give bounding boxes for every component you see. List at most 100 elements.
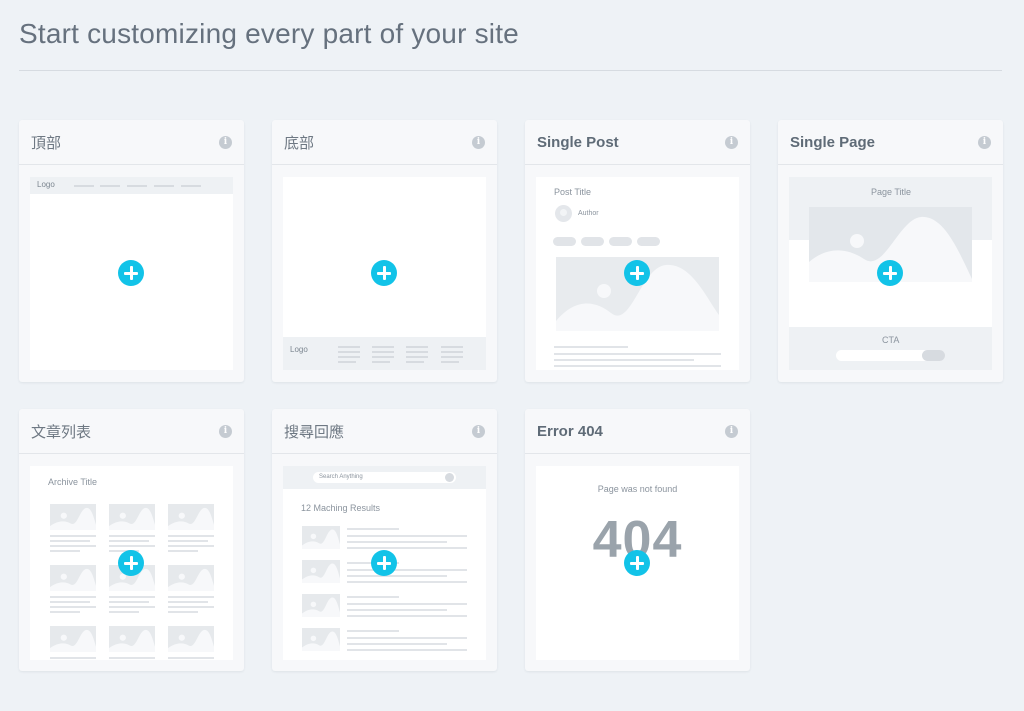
add-single-post-button[interactable] <box>624 260 650 286</box>
text-line <box>554 365 721 367</box>
text-line <box>50 540 90 542</box>
text-line <box>50 611 80 613</box>
nav-line <box>181 185 201 187</box>
title-divider <box>19 70 1002 71</box>
text-line <box>347 615 467 617</box>
add-archive-button[interactable] <box>118 550 144 576</box>
add-error-404-button[interactable] <box>624 550 650 576</box>
template-card-footer[interactable]: 底部 i Logo <box>272 120 497 382</box>
text-line <box>109 657 155 659</box>
add-header-button[interactable] <box>118 260 144 286</box>
add-search-button[interactable] <box>371 550 397 576</box>
search-placeholder: Search Anything <box>319 474 363 480</box>
cta-band <box>789 327 992 370</box>
text-line <box>109 540 149 542</box>
text-line <box>347 541 447 543</box>
image-placeholder-icon <box>50 504 96 530</box>
info-icon[interactable]: i <box>219 424 232 438</box>
text-line <box>50 596 96 598</box>
text-line <box>50 601 90 603</box>
text-line <box>168 606 214 608</box>
footer-line <box>441 361 459 363</box>
footer-line <box>441 351 463 353</box>
card-header: 頂部 i <box>19 120 244 165</box>
preview-page-title: Page Title <box>871 187 912 197</box>
card-title: 頂部 <box>31 134 62 152</box>
text-line <box>347 535 467 537</box>
image-placeholder-icon <box>168 626 214 652</box>
card-title: 搜尋回應 <box>284 423 345 441</box>
cta-button <box>922 350 945 361</box>
nav-line <box>74 185 94 187</box>
text-line <box>109 596 155 598</box>
template-card-search[interactable]: 搜尋回應 i Search Anything 12 Maching Result… <box>272 409 497 671</box>
text-line <box>347 569 467 571</box>
text-line <box>50 606 96 608</box>
info-icon[interactable]: i <box>725 424 738 438</box>
add-footer-button[interactable] <box>371 260 397 286</box>
text-line <box>50 535 96 537</box>
text-line <box>347 609 447 611</box>
info-icon[interactable]: i <box>472 135 485 149</box>
text-line <box>50 545 96 547</box>
info-icon[interactable]: i <box>978 135 991 149</box>
footer-line <box>372 351 394 353</box>
footer-line <box>372 346 394 348</box>
preview-logo: Logo <box>290 345 308 354</box>
card-title: Error 404 <box>537 422 603 440</box>
image-placeholder-icon <box>168 504 214 530</box>
text-line <box>554 353 721 355</box>
text-line <box>347 643 447 645</box>
template-card-header[interactable]: 頂部 i Logo <box>19 120 244 382</box>
tag-pill <box>553 237 576 246</box>
image-placeholder-icon <box>302 526 340 549</box>
tag-pill <box>609 237 632 246</box>
card-header: Single Post i <box>525 120 750 165</box>
add-single-page-button[interactable] <box>877 260 903 286</box>
footer-line <box>338 351 360 353</box>
page-title: Start customizing every part of your sit… <box>19 18 519 49</box>
footer-line <box>406 346 428 348</box>
text-line <box>109 611 139 613</box>
info-icon[interactable]: i <box>725 135 738 149</box>
text-line <box>347 575 447 577</box>
text-line <box>554 359 694 361</box>
text-line <box>347 637 467 639</box>
image-placeholder-icon <box>302 560 340 583</box>
info-icon[interactable]: i <box>219 135 232 149</box>
text-line <box>109 601 149 603</box>
preview-logo: Logo <box>37 180 55 189</box>
text-line <box>168 535 214 537</box>
preview-post-title: Post Title <box>554 187 592 197</box>
image-placeholder-icon <box>109 504 155 530</box>
nav-line <box>154 185 174 187</box>
text-line <box>168 545 214 547</box>
info-icon[interactable]: i <box>472 424 485 438</box>
card-header: Single Page i <box>778 120 1003 165</box>
preview-footer-bar <box>283 337 486 370</box>
text-line <box>554 346 628 348</box>
card-title: 文章列表 <box>31 423 92 441</box>
template-card-single-post[interactable]: Single Post i Post Title Author <box>525 120 750 382</box>
template-card-error-404[interactable]: Error 404 i Page was not found 404 <box>525 409 750 671</box>
template-card-archive[interactable]: 文章列表 i Archive Title <box>19 409 244 671</box>
error-message: Page was not found <box>597 484 678 494</box>
search-icon <box>445 473 454 482</box>
text-line <box>168 550 198 552</box>
footer-line <box>441 356 463 358</box>
text-line <box>347 581 467 583</box>
image-placeholder-icon <box>109 626 155 652</box>
text-line <box>109 606 155 608</box>
tag-pill <box>581 237 604 246</box>
card-title: Single Post <box>537 133 619 151</box>
footer-line <box>406 356 428 358</box>
template-card-single-page[interactable]: Single Page i Page Title CTA <box>778 120 1003 382</box>
avatar-icon <box>555 205 572 222</box>
footer-line <box>406 351 428 353</box>
text-line <box>347 649 467 651</box>
image-placeholder-icon <box>50 565 96 591</box>
text-line <box>168 540 208 542</box>
preview-archive-title: Archive Title <box>48 477 98 487</box>
card-header: 底部 i <box>272 120 497 165</box>
text-line <box>109 545 155 547</box>
